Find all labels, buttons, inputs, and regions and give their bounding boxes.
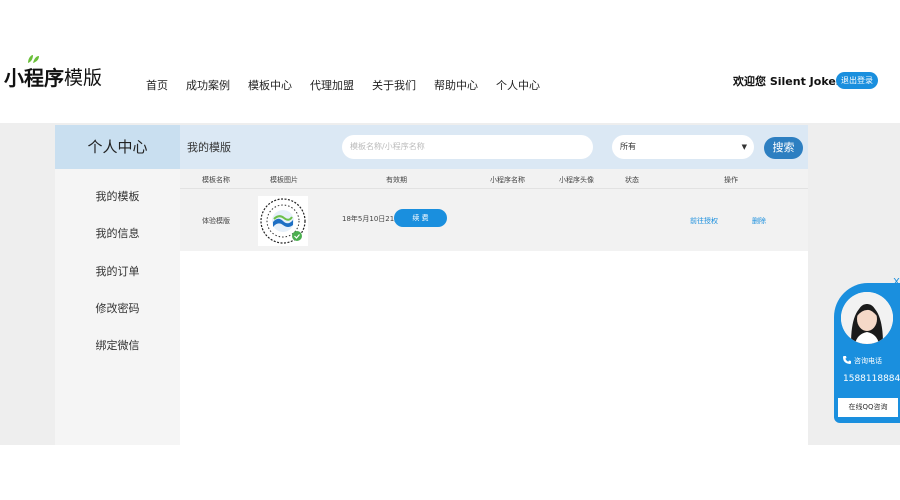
nav-item-profile[interactable]: 个人中心 [496,77,540,93]
nav-item-cases[interactable]: 成功案例 [186,77,230,93]
nav-item-about[interactable]: 关于我们 [372,77,416,93]
sidebar-item-my-orders[interactable]: 我的订单 [55,263,180,279]
qr-code-icon [258,196,308,246]
column-header: 有效期 [386,176,407,184]
status-filter-select[interactable]: 所有 ▼ [612,135,754,159]
column-header: 模板图片 [270,176,298,184]
phone-label: 咨询电话 [854,357,882,365]
phone-icon [843,356,851,364]
phone-number: 15881188848 [843,374,900,384]
site-header: 小程序 模版 首页 成功案例 模板中心 代理加盟 关于我们 帮助中心 个人中心 … [0,0,900,123]
status-filter-value: 所有 [620,142,636,151]
toolbar: 我的模版 模板名称/小程序名称 所有 ▼ 搜索 [180,125,808,169]
main-panel: 我的模版 模板名称/小程序名称 所有 ▼ 搜索 模板名称 模板图片 有效期 小程… [180,125,808,445]
column-header: 小程序名称 [490,176,525,184]
delete-link[interactable]: 删除 [752,216,766,226]
column-header: 操作 [724,176,738,184]
table-row: 体验模版 18年5月10日21点 续 费 前往授权 删除 [180,189,808,251]
logo-subtext: 模版 [64,67,103,89]
nav-item-help[interactable]: 帮助中心 [434,77,478,93]
renew-button[interactable]: 续 费 [394,209,447,227]
welcome-text: 欢迎您 Silent Joker [733,75,842,88]
sidebar-item-change-password[interactable]: 修改密码 [55,300,180,316]
expiry-date: 18年5月10日21点 [342,215,402,223]
avatar [841,292,893,344]
page-title: 我的模版 [187,141,231,154]
authorize-link[interactable]: 前往授权 [690,216,718,226]
template-name: 体验模版 [202,217,230,225]
search-button[interactable]: 搜索 [764,137,803,159]
sidebar: 个人中心 我的模板 我的信息 我的订单 修改密码 绑定微信 [55,125,180,445]
column-header: 小程序头像 [559,176,594,184]
nav-item-templates[interactable]: 模板中心 [248,77,292,93]
support-agent-icon [841,292,893,344]
main-nav: 首页 成功案例 模板中心 代理加盟 关于我们 帮助中心 个人中心 [146,77,558,93]
sidebar-title: 个人中心 [55,125,180,169]
logo-text: 小程序 [4,66,64,90]
table-header: 模板名称 模板图片 有效期 小程序名称 小程序头像 状态 操作 [180,169,808,189]
sidebar-item-my-info[interactable]: 我的信息 [55,225,180,241]
consult-widget: 咨询电话 15881188848 在线QQ咨询 [834,283,900,423]
nav-item-home[interactable]: 首页 [146,77,168,93]
sidebar-item-bind-wechat[interactable]: 绑定微信 [55,337,180,353]
sidebar-item-my-templates[interactable]: 我的模板 [55,188,180,204]
column-header: 模板名称 [202,176,230,184]
search-input[interactable]: 模板名称/小程序名称 [342,135,593,159]
caret-down-icon: ▼ [741,143,747,151]
column-header: 状态 [625,176,639,184]
logout-button[interactable]: 退出登录 [836,72,878,89]
nav-item-agency[interactable]: 代理加盟 [310,77,354,93]
qq-consult-button[interactable]: 在线QQ咨询 [838,398,898,417]
